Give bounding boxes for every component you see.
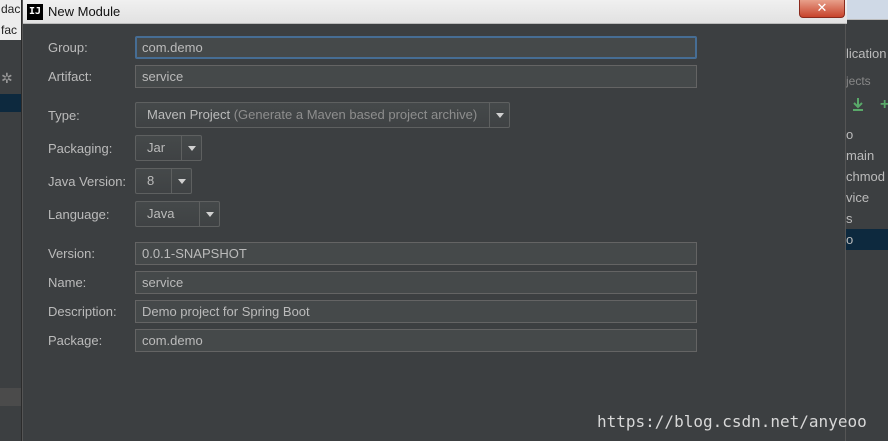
group-label: Group: [48,40,88,55]
chevron-down-icon[interactable] [181,136,201,160]
packaging-select[interactable]: Jar [135,135,202,161]
background-project-tree: o main chmod vice s o [846,124,888,250]
background-titlebar [846,0,888,20]
type-value: Maven Project [147,107,231,122]
language-value: Java [147,206,175,221]
intellij-icon: IJ [27,4,43,20]
gear-icon: ✲ [1,70,13,86]
java-version-select[interactable]: 8 [135,168,192,194]
java-version-value: 8 [147,173,155,188]
chevron-down-icon[interactable] [489,103,509,127]
chevron-down-icon[interactable] [171,169,191,193]
language-select[interactable]: Java [135,201,220,227]
package-input[interactable]: com.demo [135,329,697,352]
close-button[interactable]: ✕ [799,0,845,18]
background-ide-left: dac fac ✲ [0,0,22,441]
plus-icon[interactable]: + [880,96,888,114]
java-version-label: Java Version: [48,174,127,189]
background-projects-label: jects [846,74,871,88]
tree-item[interactable]: chmod [846,166,888,187]
background-selection [0,94,21,112]
type-hint: (Generate a Maven based project archive) [233,107,478,122]
background-strip [0,388,21,406]
type-select[interactable]: Maven Project (Generate a Maven based pr… [135,102,510,128]
chevron-down-icon[interactable] [199,202,219,226]
new-module-dialog: IJ New Module ✕ Group: com.demo Artifact… [22,0,847,441]
artifact-input[interactable]: service [135,65,697,88]
description-input[interactable]: Demo project for Spring Boot [135,300,697,323]
background-panel-header: lication [846,46,887,61]
version-input[interactable]: 0.0.1-SNAPSHOT [135,242,697,265]
tree-item-selected[interactable]: o [846,229,888,250]
type-label: Type: [48,108,80,123]
watermark: https://blog.csdn.net/anyeoo [597,412,867,431]
dialog-title: New Module [48,4,121,19]
name-input[interactable]: service [135,271,697,294]
background-ide-right: lication jects + o main chmod vice s o [846,0,888,441]
dialog-titlebar[interactable]: IJ New Module ✕ [23,0,847,24]
artifact-label: Artifact: [48,69,93,84]
tree-item[interactable]: main [846,145,888,166]
background-tab-fragment: fac [0,20,21,40]
group-input[interactable]: com.demo [135,36,697,59]
tree-item[interactable]: s [846,208,888,229]
background-title-fragment: dac [0,0,21,20]
tree-item[interactable]: o [846,124,888,145]
tree-item[interactable]: vice [846,187,888,208]
package-label: Package: [48,333,103,348]
description-label: Description: [48,304,117,319]
module-form: Group: com.demo Artifact: service Type: … [23,24,847,441]
version-label: Version: [48,246,95,261]
name-label: Name: [48,275,87,290]
language-label: Language: [48,207,110,222]
download-icon[interactable] [852,98,864,112]
packaging-value: Jar [147,140,166,155]
packaging-label: Packaging: [48,141,113,156]
